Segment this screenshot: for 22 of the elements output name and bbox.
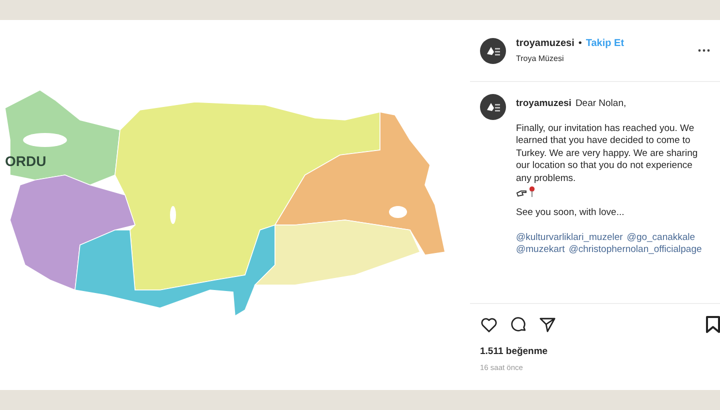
share-icon[interactable] bbox=[539, 316, 556, 332]
caption-text: Finally, our invitation has reached you. We learned that you have decided to come to Turkey. We are very happy. We are sharing our location so that you do not experience any problems. bbox=[516, 122, 699, 185]
username-link[interactable]: troyamuzesi bbox=[516, 36, 574, 51]
separator-dot: • bbox=[578, 37, 582, 51]
more-options-icon[interactable] bbox=[698, 49, 710, 52]
follow-link[interactable]: Takip Et bbox=[586, 36, 624, 51]
comment-icon[interactable] bbox=[510, 316, 527, 333]
caption-closing: See you soon, with love... bbox=[516, 207, 626, 220]
mention-link[interactable]: @muzekart bbox=[516, 244, 565, 256]
avatar-icon bbox=[480, 94, 506, 120]
pin-icon bbox=[529, 186, 535, 197]
mention-link[interactable]: @christophernolan_officialpage bbox=[568, 244, 702, 256]
location-text: Troya Müzesi bbox=[516, 53, 565, 65]
pointing-hand-icon bbox=[516, 189, 527, 197]
likes-count: 1.511 beğenme bbox=[479, 345, 549, 359]
caption-greeting: Dear Nolan, bbox=[575, 98, 626, 110]
caption-username[interactable]: troyamuzesi bbox=[516, 98, 572, 110]
mention-link[interactable]: @go_canakkale bbox=[626, 232, 696, 244]
mention-link[interactable]: @kulturvarliklari_muzeler bbox=[516, 232, 623, 244]
avatar-icon bbox=[480, 38, 506, 64]
heart-icon[interactable] bbox=[480, 316, 498, 332]
bookmark-icon[interactable] bbox=[706, 316, 720, 333]
